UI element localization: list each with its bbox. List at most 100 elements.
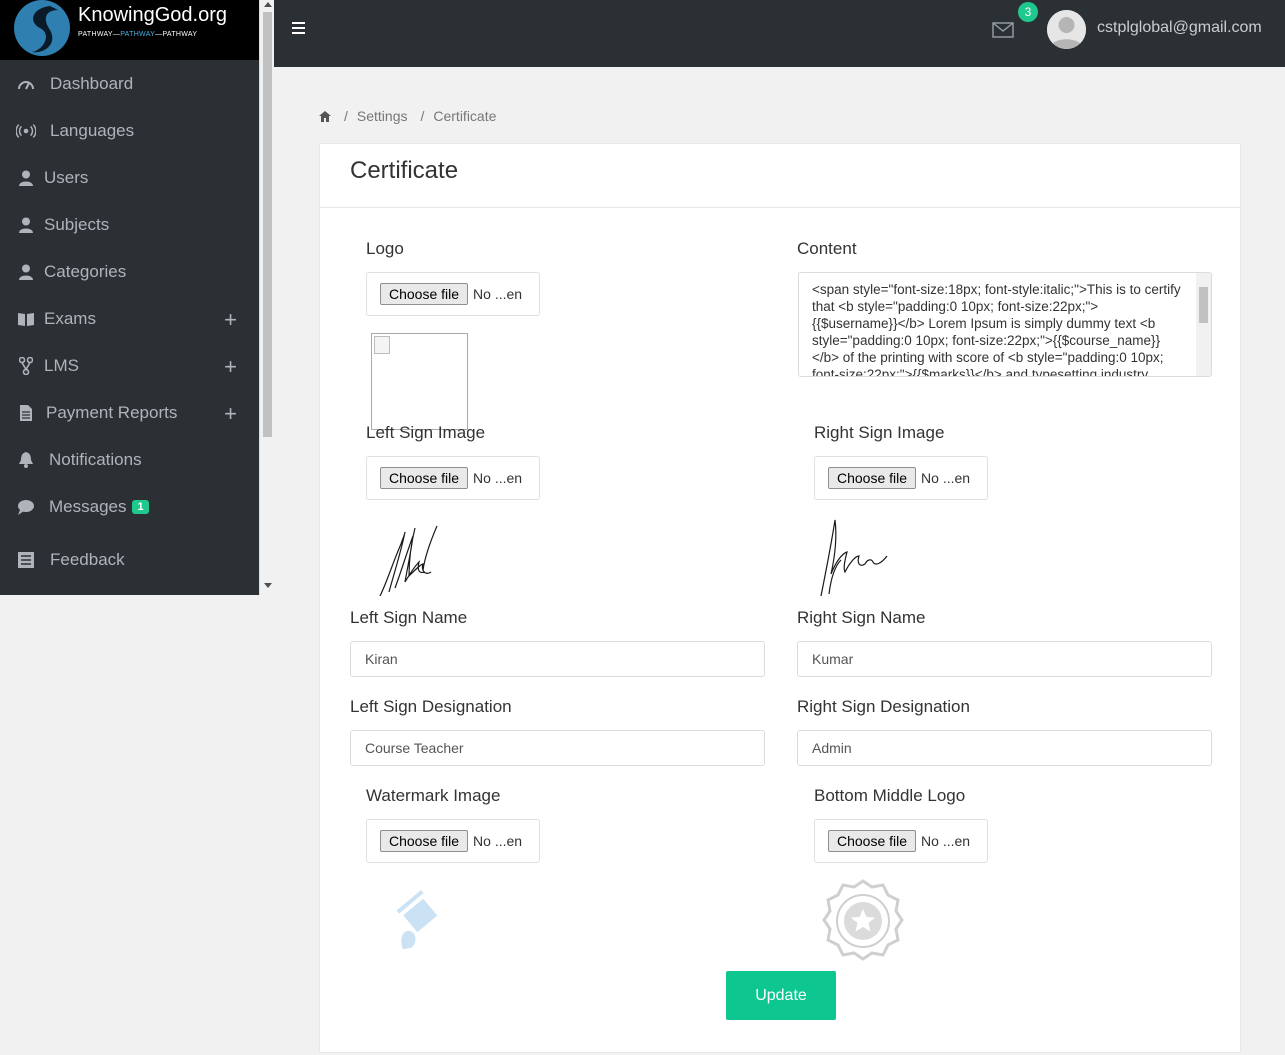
watermark-file-input[interactable]: Choose file No ...en [366,819,540,863]
user-icon [16,262,36,282]
sidebar-item-exams[interactable]: Exams + [0,295,259,342]
left-sign-designation-input[interactable]: Course Teacher [350,730,765,766]
scrollbar-thumb[interactable] [263,12,272,437]
choose-file-button[interactable]: Choose file [380,830,469,852]
sidebar-scrollbar[interactable] [259,0,274,595]
sidebar-item-dashboard[interactable]: Dashboard [0,60,259,107]
bottom-middle-logo-label: Bottom Middle Logo [814,786,966,805]
right-sign-name-label: Right Sign Name [797,608,926,627]
sidebar-item-payment-reports[interactable]: Payment Reports + [0,389,259,436]
page-title: Certificate [350,157,459,184]
user-email[interactable]: cstplglobal@gmail.com [1097,19,1262,37]
expand-icon[interactable]: + [224,307,237,333]
avatar[interactable] [1047,10,1086,49]
left-sign-file-input[interactable]: Choose file No ...en [366,456,540,500]
right-signature-image [820,519,888,597]
content-value: <span style="font-size:18px; font-style:… [812,282,1181,377]
certificate-card: Certificate Logo Choose file No ...en Co… [319,143,1241,1053]
file-status: No ...en [921,833,971,849]
content-label: Content [797,239,857,258]
logo-icon [14,0,70,56]
messages-badge: 1 [132,499,149,514]
file-status: No ...en [473,470,523,486]
left-sign-name-input[interactable]: Kiran [350,641,765,677]
right-sign-name-input[interactable]: Kumar [797,641,1212,677]
choose-file-button[interactable]: Choose file [828,830,917,852]
sidebar-item-languages[interactable]: Languages [0,107,259,154]
sidebar-item-users[interactable]: Users [0,154,259,201]
watermark-preview-image [396,889,438,950]
choose-file-button[interactable]: Choose file [828,467,917,489]
sidebar-item-label: Messages [49,496,127,516]
sidebar-item-label: Subjects [44,214,110,234]
right-sign-file-input[interactable]: Choose file No ...en [814,456,988,500]
brand-sub-left: PATHWAY [78,31,113,38]
bell-icon [16,450,36,470]
brand-title: KnowingGod.org [78,4,227,26]
textarea-scrollbar[interactable] [1196,273,1211,376]
book-icon [16,309,36,329]
sidebar-item-lms[interactable]: LMS + [0,342,259,389]
choose-file-button[interactable]: Choose file [380,467,469,489]
mail-icon[interactable] [992,22,1014,38]
user-icon [16,215,36,235]
chat-icon [16,497,36,517]
right-sign-image-label: Right Sign Image [814,423,945,442]
file-status: No ...en [473,833,523,849]
card-divider [320,207,1240,208]
sidebar-item-label: Feedback [50,550,125,569]
expand-icon[interactable]: + [224,354,237,380]
sidebar-item-label: Exams [44,308,96,328]
mail-count-badge: 3 [1018,2,1038,22]
breadcrumb-settings[interactable]: Settings [357,108,408,124]
choose-file-button[interactable]: Choose file [380,283,469,305]
sidebar-item-label: Categories [44,261,127,281]
document-icon [16,403,36,423]
logo-preview-image [371,333,468,430]
right-sign-designation-label: Right Sign Designation [797,697,970,716]
sidebar-item-feedback[interactable]: Feedback [0,530,259,590]
sidebar-nav: Dashboard Languages Users Subjects Categ… [0,60,259,590]
sidebar-item-categories[interactable]: Categories [0,248,259,295]
left-sign-image-label: Left Sign Image [366,423,486,442]
list-icon [16,550,36,570]
sidebar: KnowingGod.org PATHWAY—PATHWAY—PATHWAY D… [0,0,259,595]
file-status: No ...en [921,470,971,486]
sidebar-item-subjects[interactable]: Subjects [0,201,259,248]
left-sign-name-label: Left Sign Name [350,608,468,627]
broadcast-icon [16,121,36,141]
menu-toggle-icon[interactable] [292,22,305,37]
sidebar-item-label: Dashboard [50,73,134,93]
left-signature-image [379,525,438,597]
bottom-logo-file-input[interactable]: Choose file No ...en [814,819,988,863]
badge-seal-icon [822,879,904,961]
content-textarea[interactable]: <span style="font-size:18px; font-style:… [798,272,1212,377]
brand-subtitle: PATHWAY—PATHWAY—PATHWAY [78,31,198,38]
breadcrumb: / Settings / Certificate [319,108,496,124]
sidebar-item-label: Notifications [49,449,142,469]
brand-logo[interactable]: KnowingGod.org PATHWAY—PATHWAY—PATHWAY [0,0,259,60]
home-icon[interactable] [319,110,331,122]
sidebar-item-label: Payment Reports [46,402,178,422]
logo-file-input[interactable]: Choose file No ...en [366,272,540,316]
sidebar-item-messages[interactable]: Messages 1 [0,483,259,530]
sidebar-item-notifications[interactable]: Notifications [0,436,259,483]
right-sign-designation-input[interactable]: Admin [797,730,1212,766]
topbar: 3 cstplglobal@gmail.com [274,0,1285,67]
expand-icon[interactable]: + [224,401,237,427]
scroll-up-icon[interactable] [264,2,272,7]
graph-icon [16,356,36,376]
update-button[interactable]: Update [726,971,836,1020]
file-status: No ...en [473,286,523,302]
breadcrumb-separator: / [420,108,425,124]
sidebar-item-label: Users [44,167,89,187]
sidebar-item-label: LMS [44,355,79,375]
breadcrumb-certificate: Certificate [433,108,497,124]
scrollbar-thumb[interactable] [1199,287,1208,323]
breadcrumb-separator: / [344,108,348,124]
scroll-down-icon[interactable] [264,583,272,588]
logo-label: Logo [366,239,404,258]
watermark-image-label: Watermark Image [366,786,501,805]
dashboard-icon [16,74,36,94]
brand-sub-mid: PATHWAY [120,31,156,38]
